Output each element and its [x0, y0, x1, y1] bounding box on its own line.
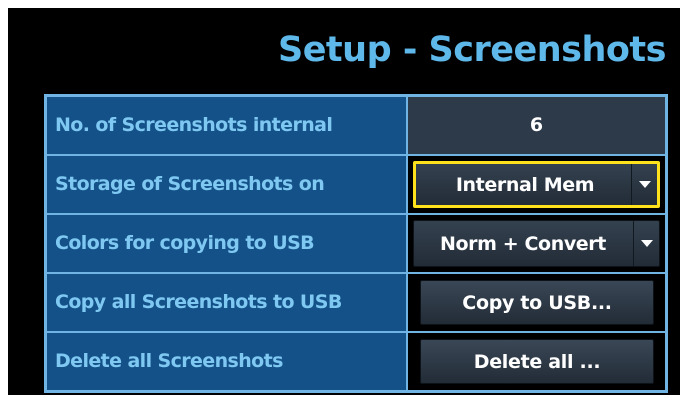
copy-to-usb-button[interactable]: Copy to USB... — [420, 280, 654, 325]
storage-location-label: Storage of Screenshots on — [55, 173, 325, 195]
storage-location-dropdown[interactable]: Internal Mem — [413, 161, 660, 208]
usb-colors-label: Colors for copying to USB — [55, 232, 315, 254]
screenshots-count-value: 6 — [408, 97, 665, 154]
row-value-cell: Copy to USB... — [408, 274, 665, 331]
row-screenshots-count: No. of Screenshots internal 6 — [47, 97, 665, 154]
row-label-cell: Copy all Screenshots to USB — [47, 274, 406, 331]
copy-to-usb-label: Copy all Screenshots to USB — [55, 291, 342, 313]
setup-screenshots-dialog: Setup - Screenshots No. of Screenshots i… — [8, 8, 680, 395]
settings-table: No. of Screenshots internal 6 Storage of… — [44, 94, 668, 393]
screenshots-count-label: No. of Screenshots internal — [55, 114, 333, 136]
row-delete-all: Delete all Screenshots Delete all ... — [47, 333, 665, 390]
chevron-down-icon[interactable] — [631, 164, 657, 205]
row-value-cell: Norm + Convert — [408, 215, 665, 272]
row-value-cell: Delete all ... — [408, 333, 665, 390]
row-copy-to-usb: Copy all Screenshots to USB Copy to USB.… — [47, 274, 665, 331]
row-label-cell: No. of Screenshots internal — [47, 97, 406, 154]
storage-location-value: Internal Mem — [455, 173, 595, 196]
row-label-cell: Colors for copying to USB — [47, 215, 406, 272]
row-usb-colors: Colors for copying to USB Norm + Convert — [47, 215, 665, 272]
row-value-cell: 6 — [408, 97, 665, 154]
row-value-cell: Internal Mem — [408, 156, 665, 213]
delete-all-label: Delete all Screenshots — [55, 350, 283, 372]
delete-all-button[interactable]: Delete all ... — [420, 339, 654, 384]
row-label-cell: Delete all Screenshots — [47, 333, 406, 390]
chevron-down-icon[interactable] — [633, 221, 659, 266]
usb-colors-dropdown[interactable]: Norm + Convert — [413, 220, 660, 267]
row-storage-location: Storage of Screenshots on Internal Mem — [47, 156, 665, 213]
dialog-title: Setup - Screenshots — [277, 30, 667, 70]
row-label-cell: Storage of Screenshots on — [47, 156, 406, 213]
usb-colors-value: Norm + Convert — [440, 232, 606, 255]
